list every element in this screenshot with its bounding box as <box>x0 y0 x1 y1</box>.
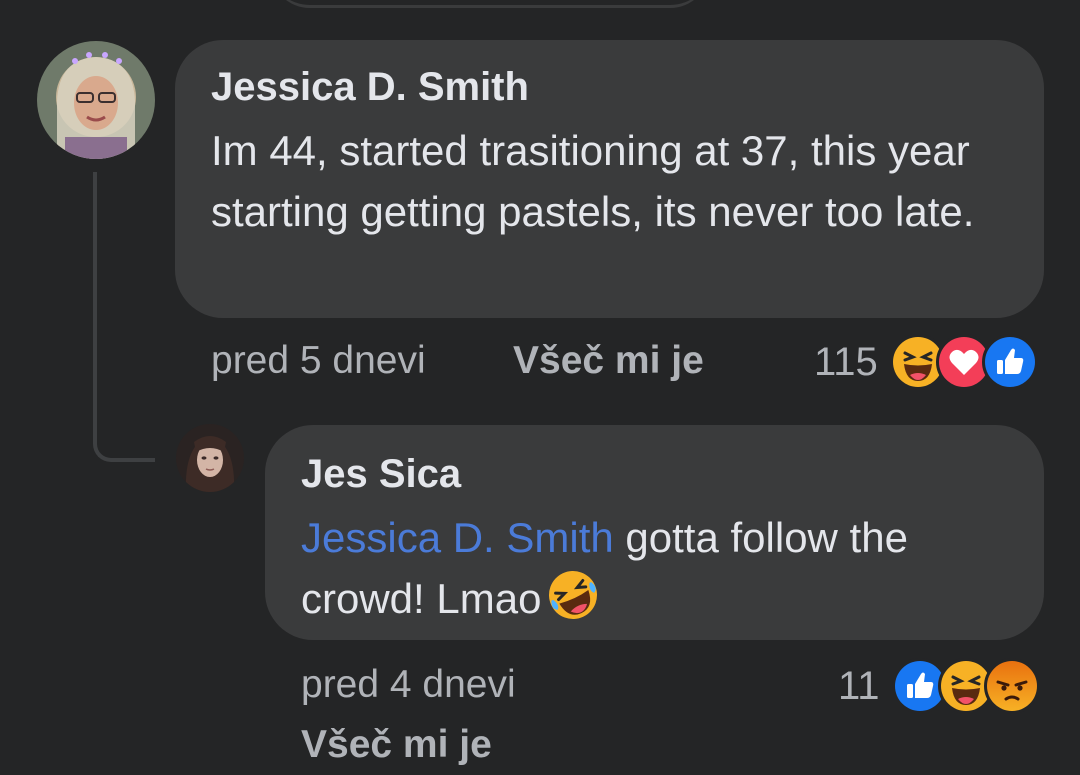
comment-timestamp[interactable]: pred 5 dnevi <box>211 338 426 384</box>
comment-bubble: Jessica D. Smith Im 44, started trasitio… <box>175 40 1044 318</box>
reply-bubble: Jes Sica Jessica D. Smith gotta follow t… <box>265 425 1044 640</box>
avatar-jes-sica[interactable] <box>176 424 244 492</box>
like-button[interactable]: Všeč mi je <box>513 338 704 384</box>
previous-comment-bubble-edge <box>270 0 710 8</box>
reply-text: Jessica D. Smith gotta follow the crowd!… <box>301 507 1008 629</box>
reactions-summary[interactable]: 115 <box>814 334 1038 390</box>
reply-reaction-count: 11 <box>838 664 880 708</box>
reply-reactions-summary[interactable]: 11 <box>838 658 1040 714</box>
reply-author[interactable]: Jes Sica <box>301 451 1008 497</box>
reply-timestamp[interactable]: pred 4 dnevi <box>301 662 516 708</box>
angry-icon <box>983 658 1040 714</box>
like-icon <box>981 334 1038 390</box>
comment-author[interactable]: Jessica D. Smith <box>211 64 1008 110</box>
rolling-on-floor-laughing-emoji <box>547 569 599 621</box>
reply-thread-line <box>93 172 155 462</box>
reaction-count: 115 <box>814 340 878 384</box>
comments-thread: Jessica D. Smith Im 44, started trasitio… <box>0 0 1080 775</box>
reply-like-button[interactable]: Všeč mi je <box>301 722 492 768</box>
comment-text: Im 44, started trasitioning at 37, this … <box>211 127 975 235</box>
avatar-jessica[interactable] <box>37 41 155 159</box>
mention-link[interactable]: Jessica D. Smith <box>301 514 614 561</box>
